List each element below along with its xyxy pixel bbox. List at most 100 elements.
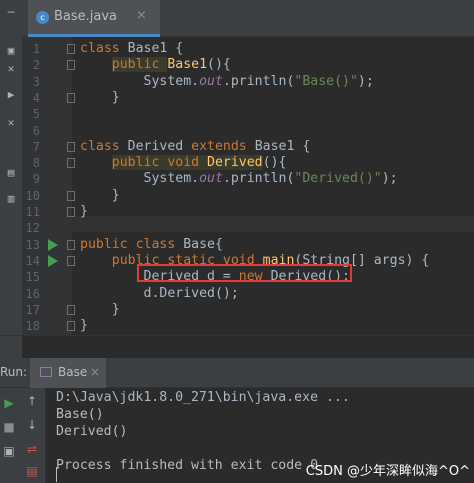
code-token: Base{ bbox=[183, 236, 223, 252]
line-number: 14 bbox=[25, 253, 40, 268]
fold-marker-icon[interactable] bbox=[67, 92, 75, 103]
line-number: 2 bbox=[32, 58, 40, 73]
code-line[interactable]: 4 } bbox=[0, 90, 474, 106]
code-token: extends bbox=[191, 138, 255, 154]
code-token: class bbox=[80, 41, 128, 56]
code-token: d.Derived(); bbox=[80, 285, 239, 301]
line-number: 6 bbox=[32, 123, 40, 138]
code-token: class bbox=[80, 138, 128, 154]
console-cursor bbox=[56, 467, 57, 482]
code-line[interactable]: 1 class Base1 { bbox=[0, 41, 474, 57]
code-text: class Base1 { bbox=[80, 41, 183, 57]
code-token: public void bbox=[111, 155, 208, 171]
console-line: Process finished with exit code 0 bbox=[56, 458, 319, 473]
line-number: 15 bbox=[25, 270, 40, 285]
code-token: public class bbox=[80, 236, 184, 252]
run-gutter-icon[interactable] bbox=[48, 254, 58, 267]
code-token: Base1 { bbox=[254, 138, 311, 154]
scroll-down-icon[interactable]: ↓ bbox=[24, 418, 40, 432]
soft-wrap-icon[interactable]: ⇌ bbox=[24, 442, 40, 456]
run-tab-close-icon[interactable]: × bbox=[90, 365, 100, 379]
code-token: (){ bbox=[207, 57, 231, 73]
code-line[interactable]: 6 bbox=[0, 123, 474, 139]
code-text: class Derived extends Base1 { bbox=[80, 139, 310, 155]
run-label: Run: bbox=[0, 365, 28, 379]
java-class-icon: c bbox=[36, 11, 49, 24]
console-line: Derived() bbox=[56, 424, 128, 439]
code-token: Derived bbox=[207, 155, 263, 171]
code-token: } bbox=[80, 301, 120, 317]
fold-marker-icon[interactable] bbox=[67, 141, 75, 152]
code-text: d.Derived(); bbox=[80, 286, 239, 302]
code-token: (){ bbox=[262, 155, 287, 171]
camera-icon[interactable]: ▣ bbox=[1, 444, 17, 458]
code-token: "Base()" bbox=[294, 73, 358, 89]
code-token: out bbox=[199, 73, 223, 89]
code-token: System. bbox=[80, 73, 200, 89]
code-line[interactable]: 17 } bbox=[0, 302, 474, 318]
fold-marker-icon[interactable] bbox=[67, 190, 75, 201]
fold-marker-icon[interactable] bbox=[67, 304, 75, 315]
code-token: public bbox=[111, 57, 168, 73]
console-line: Base() bbox=[56, 407, 104, 422]
stop-icon[interactable]: ■ bbox=[1, 420, 17, 434]
code-token: ); bbox=[381, 171, 398, 187]
code-line[interactable]: 16 d.Derived(); bbox=[0, 286, 474, 302]
code-token: "Derived()" bbox=[294, 171, 382, 187]
line-number: 9 bbox=[32, 172, 40, 187]
line-number: 18 bbox=[25, 319, 40, 334]
line-number: 4 bbox=[32, 90, 40, 105]
code-text: } bbox=[80, 90, 120, 106]
line-number: 1 bbox=[32, 42, 40, 56]
run-toolbar-secondary: ↑ ↓ ⇌ ▤ bbox=[18, 388, 46, 483]
code-line[interactable]: 8 public void Derived(){ bbox=[0, 155, 474, 171]
code-line[interactable]: 2 public Base1(){ bbox=[0, 57, 474, 73]
code-text: System.out.println("Derived()"); bbox=[80, 171, 398, 187]
code-line[interactable]: 12 bbox=[0, 220, 474, 236]
console-line: D:\Java\jdk1.8.0_271\bin\java.exe ... bbox=[56, 390, 350, 405]
fold-marker-icon[interactable] bbox=[67, 255, 75, 266]
code-text: } bbox=[80, 302, 120, 318]
code-line[interactable]: 18} bbox=[0, 318, 474, 334]
code-line[interactable]: 9 System.out.println("Derived()"); bbox=[0, 171, 474, 187]
code-text: } bbox=[80, 318, 88, 334]
code-token: out bbox=[199, 171, 223, 187]
run-toolbar-primary: ▶ ■ ▣ bbox=[0, 388, 18, 483]
fold-marker-icon[interactable] bbox=[67, 60, 75, 71]
print-icon[interactable]: ▤ bbox=[24, 464, 40, 478]
run-gutter-icon[interactable] bbox=[48, 238, 58, 251]
run-config-icon bbox=[40, 367, 52, 377]
code-token: } bbox=[80, 318, 88, 334]
code-text: System.out.println("Base()"); bbox=[80, 74, 374, 90]
code-line[interactable]: 3 System.out.println("Base()"); bbox=[0, 74, 474, 90]
code-token: System. bbox=[80, 171, 200, 187]
code-line[interactable]: 5 bbox=[0, 106, 474, 122]
code-token: } bbox=[80, 89, 120, 105]
code-line[interactable]: 7 class Derived extends Base1 { bbox=[0, 139, 474, 155]
line-number: 7 bbox=[32, 139, 40, 154]
rerun-icon[interactable]: ▶ bbox=[1, 396, 17, 410]
fold-marker-icon[interactable] bbox=[67, 158, 75, 169]
code-line[interactable]: 11} bbox=[0, 204, 474, 220]
tab-close-icon[interactable]: × bbox=[136, 8, 147, 23]
highlight-box bbox=[137, 264, 352, 282]
code-text: } bbox=[80, 204, 88, 220]
code-line[interactable]: 10 } bbox=[0, 188, 474, 204]
code-line[interactable]: 13 public class Base{ bbox=[0, 237, 474, 253]
line-number: 5 bbox=[32, 107, 40, 122]
line-number: 12 bbox=[25, 221, 40, 236]
fold-marker-icon[interactable] bbox=[67, 207, 75, 217]
scroll-up-icon[interactable]: ↑ bbox=[24, 394, 40, 408]
code-token: ); bbox=[357, 73, 374, 89]
fold-marker-icon[interactable] bbox=[67, 239, 75, 250]
code-token: Derived bbox=[127, 138, 192, 154]
run-tab-base[interactable]: Base × bbox=[30, 358, 106, 388]
fold-marker-icon[interactable] bbox=[67, 321, 75, 332]
code-token: .println( bbox=[222, 171, 295, 187]
tab-base-java[interactable]: c Base.java × bbox=[28, 0, 160, 37]
fold-marker-icon[interactable] bbox=[67, 44, 75, 54]
minimize-icon[interactable]: ─ bbox=[4, 6, 18, 20]
